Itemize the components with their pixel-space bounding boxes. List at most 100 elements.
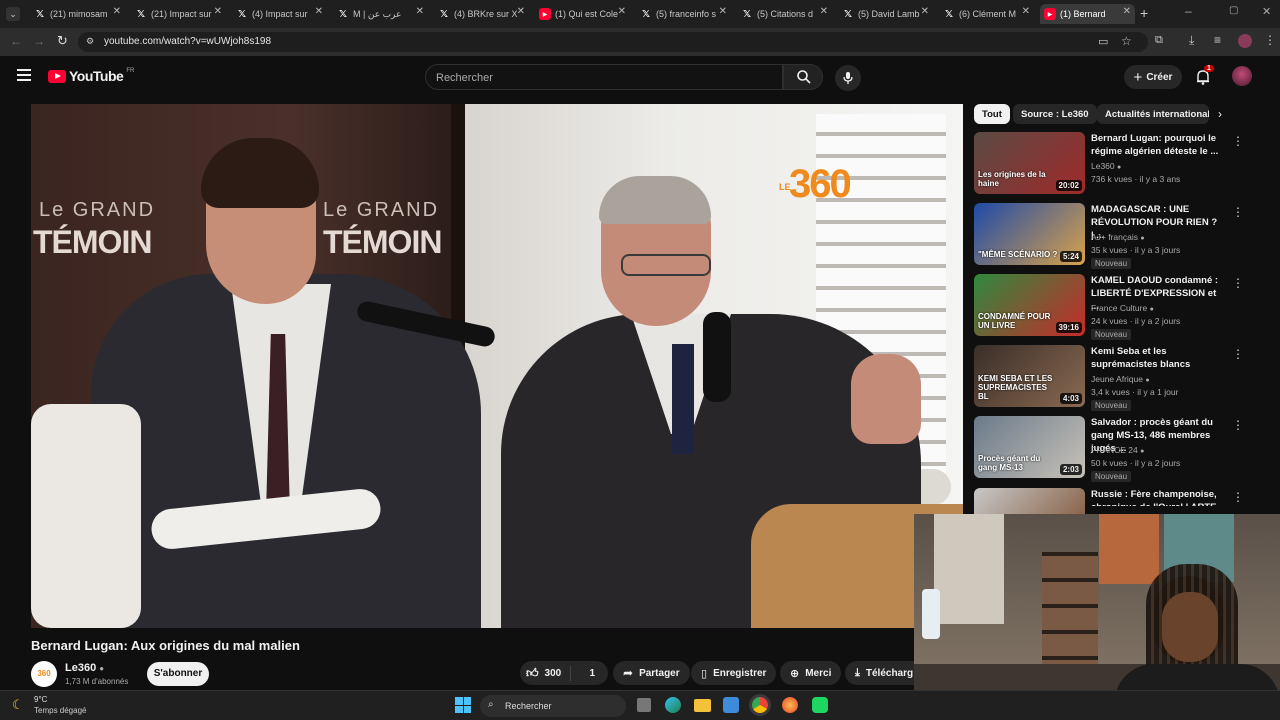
video-player[interactable]: Le GRAND TÉMOIN Le GRAND TÉMOIN LE 360 <box>31 104 963 628</box>
channel-name[interactable]: Le360 ● <box>65 662 104 674</box>
dislike-button[interactable]: 1 <box>577 668 608 679</box>
close-tab-icon[interactable]: ✕ <box>517 6 525 17</box>
verified-icon: ● <box>99 664 105 673</box>
install-app-icon[interactable]: ▭ <box>1098 35 1108 48</box>
back-icon[interactable]: ← <box>10 34 22 48</box>
tab[interactable]: ▶ (1) Qui est Cole ✕ <box>535 4 630 24</box>
edge-icon[interactable] <box>665 697 681 713</box>
app-icon[interactable] <box>812 697 828 713</box>
tab[interactable]: 𝕏 (5) David Lamb ✕ <box>838 4 933 24</box>
download-button[interactable]: ⤓ Télécharg <box>845 661 917 685</box>
new-tab-button[interactable]: + <box>1140 5 1148 21</box>
close-tab-icon[interactable]: ✕ <box>1123 6 1131 17</box>
close-tab-icon[interactable]: ✕ <box>618 6 626 17</box>
tab[interactable]: ▶ (1) Bernard ✕ <box>1040 4 1135 24</box>
video-thumbnail[interactable]: "MÊME SCÉNARIO ? 5:24 <box>974 203 1085 265</box>
recommendation-item[interactable]: KEMI SEBA ET LES SUPREMACISTES BL 4:03 K… <box>974 345 1274 411</box>
video-thumbnail[interactable]: CONDAMNÉ POUR UN LIVRE 39:16 <box>974 274 1085 336</box>
channel-avatar[interactable]: 360 <box>31 661 57 687</box>
recommendation-item[interactable]: "MÊME SCÉNARIO ? 5:24 MADAGASCAR : UNE R… <box>974 203 1274 269</box>
youtube-logo[interactable]: YouTube FR <box>48 68 134 84</box>
duration-badge: 5:24 <box>1059 251 1082 262</box>
subscribe-button[interactable]: S'abonner <box>147 662 209 686</box>
more-options-icon[interactable]: ⋮ <box>1232 490 1244 504</box>
recommendation-title[interactable]: Kemi Seba et les suprémacistes blancs <box>1091 345 1219 371</box>
video-thumbnail[interactable]: Les origines de la haine 20:02 <box>974 132 1085 194</box>
close-tab-icon[interactable]: ✕ <box>820 6 828 17</box>
more-options-icon[interactable]: ⋮ <box>1232 276 1244 290</box>
browser-menu-icon[interactable]: ⋮ <box>1264 33 1276 47</box>
tab[interactable]: 𝕏 (5) franceinfo s ✕ <box>636 4 731 24</box>
weather-icon[interactable]: ☾ <box>12 697 24 713</box>
weather-description: Temps dégagé <box>34 706 87 715</box>
start-button[interactable] <box>455 697 471 713</box>
video-thumbnail[interactable]: KEMI SEBA ET LES SUPREMACISTES BL 4:03 <box>974 345 1085 407</box>
tab-search-icon[interactable]: ⌄ <box>6 7 20 21</box>
recommendation-item[interactable]: Les origines de la haine 20:02 Bernard L… <box>974 132 1274 198</box>
voice-search-button[interactable] <box>835 65 861 91</box>
more-options-icon[interactable]: ⋮ <box>1232 347 1244 361</box>
notifications-button[interactable]: 1 <box>1196 65 1214 90</box>
close-tab-icon[interactable]: ✕ <box>719 6 727 17</box>
downloads-icon[interactable]: ⤓ <box>1189 33 1194 48</box>
chips-next-icon[interactable]: › <box>1218 107 1222 121</box>
maximize-icon[interactable]: ▢ <box>1229 5 1238 16</box>
firefox-icon[interactable] <box>782 697 798 713</box>
recommendation-channel[interactable]: Le360 ● <box>1091 161 1121 171</box>
close-tab-icon[interactable]: ✕ <box>113 6 121 17</box>
close-tab-icon[interactable]: ✕ <box>214 6 222 17</box>
taskbar-search[interactable]: ⌕ Rechercher <box>480 695 626 717</box>
tab[interactable]: 𝕏 (21) Impact sur ✕ <box>131 4 226 24</box>
hamburger-menu-icon[interactable] <box>17 69 31 81</box>
media-controls-icon[interactable]: ≡ <box>1214 33 1221 47</box>
video-thumbnail[interactable]: Procès géant du gang MS-13 2:03 <box>974 416 1085 478</box>
tab[interactable]: 𝕏 M | عرب عن ✕ <box>333 4 428 24</box>
task-view-icon[interactable] <box>637 698 651 712</box>
chip-source[interactable]: Source : Le360 <box>1013 104 1097 124</box>
extensions-icon[interactable]: ⧉ <box>1155 34 1163 47</box>
account-avatar[interactable] <box>1232 66 1252 86</box>
thanks-button[interactable]: ⊕ Merci <box>780 661 842 685</box>
recommendation-channel[interactable]: France Culture ● <box>1091 303 1154 313</box>
tab[interactable]: 𝕏 (4) BRKre sur X ✕ <box>434 4 529 24</box>
like-button[interactable]: 👍︎ 300 <box>520 665 571 681</box>
reload-icon[interactable]: ↻ <box>57 33 68 49</box>
tab[interactable]: 𝕏 (4) Impact sur ✕ <box>232 4 327 24</box>
create-button[interactable]: + Créer <box>1124 65 1182 89</box>
tab[interactable]: 𝕏 (5) Citations d ✕ <box>737 4 832 24</box>
close-tab-icon[interactable]: ✕ <box>315 6 323 17</box>
forward-icon[interactable]: → <box>33 34 45 48</box>
close-tab-icon[interactable]: ✕ <box>921 6 929 17</box>
recommendation-title[interactable]: Russie : Fère champenoise, chronique de … <box>1091 488 1219 506</box>
recommendation-channel[interactable]: AJ+ français ● <box>1091 232 1145 242</box>
profile-avatar[interactable] <box>1238 34 1252 48</box>
more-options-icon[interactable]: ⋮ <box>1232 134 1244 148</box>
recommendation-item[interactable]: Procès géant du gang MS-13 2:03 Salvador… <box>974 416 1274 482</box>
close-window-icon[interactable]: ✕ <box>1262 5 1271 18</box>
recommendation-item[interactable]: arte Russie : Fère champenoise, chroniqu… <box>974 488 1274 514</box>
chrome-icon[interactable] <box>752 697 768 713</box>
recommendation-item[interactable]: CONDAMNÉ POUR UN LIVRE 39:16 KAMEL DAOUD… <box>974 274 1274 340</box>
recommendation-channel[interactable]: FRANCE 24 ● <box>1091 445 1144 455</box>
recommendation-title[interactable]: Bernard Lugan: pourquoi le régime algéri… <box>1091 132 1219 158</box>
more-options-icon[interactable]: ⋮ <box>1232 418 1244 432</box>
share-button[interactable]: ➦ Partager <box>613 661 690 685</box>
close-tab-icon[interactable]: ✕ <box>1022 6 1030 17</box>
video-thumbnail[interactable]: arte <box>974 488 1085 514</box>
search-input[interactable]: Rechercher <box>425 64 783 90</box>
chip-international-news[interactable]: Actualités internationale <box>1097 104 1209 124</box>
save-button[interactable]: ▯ Enregistrer <box>691 661 777 685</box>
file-explorer-icon[interactable] <box>694 699 711 712</box>
site-info-icon[interactable]: ⚙ <box>86 36 98 48</box>
tab[interactable]: 𝕏 (21) mimosam ✕ <box>30 4 125 24</box>
chip-all[interactable]: Tout <box>974 104 1010 124</box>
bookmark-star-icon[interactable]: ☆ <box>1121 34 1132 48</box>
more-options-icon[interactable]: ⋮ <box>1232 205 1244 219</box>
minimize-icon[interactable]: – <box>1185 4 1192 18</box>
close-tab-icon[interactable]: ✕ <box>416 6 424 17</box>
tab[interactable]: 𝕏 (6) Clément M ✕ <box>939 4 1034 24</box>
recommendation-channel[interactable]: Jeune Afrique ● <box>1091 374 1150 384</box>
store-icon[interactable] <box>723 697 739 713</box>
address-bar[interactable]: ⚙ youtube.com/watch?v=wUWjoh8s198 ▭ ☆ <box>78 32 1148 52</box>
search-button[interactable] <box>783 64 823 90</box>
